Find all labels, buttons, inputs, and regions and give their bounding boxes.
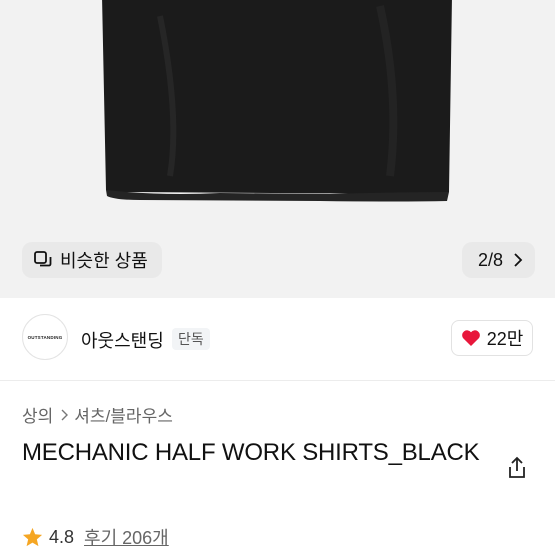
heart-icon <box>461 330 480 346</box>
chevron-right-icon <box>61 409 69 420</box>
similar-products-button[interactable]: 비슷한 상품 <box>22 242 162 278</box>
similar-products-label: 비슷한 상품 <box>60 251 148 271</box>
rating-row: 4.8 후기 206개 <box>22 524 169 550</box>
product-shirt-image <box>102 0 452 202</box>
breadcrumb-subcategory[interactable]: 셔츠/블라우스 <box>74 402 173 427</box>
product-title: MECHANIC HALF WORK SHIRTS_BLACK <box>22 439 480 466</box>
similar-products-icon <box>34 251 52 267</box>
brand-row: OUTSTANDING 아웃스탠딩 단독 22만 <box>0 298 555 382</box>
brand-logo[interactable]: OUTSTANDING <box>22 314 68 360</box>
chevron-right-icon <box>514 253 523 267</box>
breadcrumb: 상의 셔츠/블라우스 <box>22 402 173 427</box>
reviews-link[interactable]: 후기 206개 <box>84 524 169 550</box>
star-icon <box>22 527 43 547</box>
image-pager-text: 2/8 <box>477 249 503 270</box>
exclusive-badge: 단독 <box>172 328 210 350</box>
like-button[interactable]: 22만 <box>451 320 533 356</box>
brand-logo-text: OUTSTANDING <box>27 334 63 340</box>
share-icon[interactable] <box>506 456 528 480</box>
product-image-area[interactable]: 비슷한 상품 2/8 <box>0 0 555 298</box>
breadcrumb-category[interactable]: 상의 <box>22 402 53 427</box>
like-count: 22만 <box>486 329 524 349</box>
image-pager[interactable]: 2/8 <box>461 242 535 278</box>
rating-score: 4.8 <box>49 526 75 547</box>
brand-name[interactable]: 아웃스탠딩 <box>81 327 164 353</box>
divider <box>0 380 555 381</box>
